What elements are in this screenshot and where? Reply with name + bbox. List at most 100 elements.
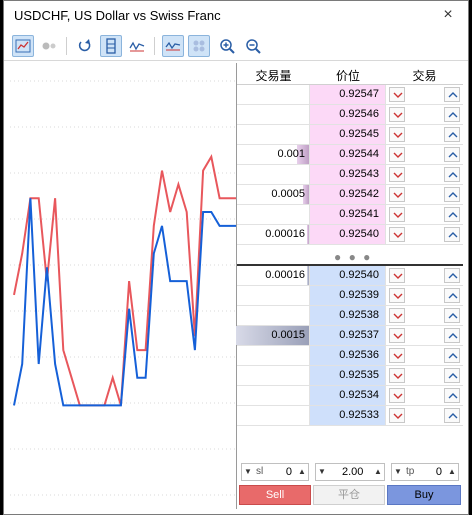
tick-chart-icon[interactable]: [126, 35, 148, 57]
buy-limit-button[interactable]: [444, 328, 460, 343]
chevron-down-icon: [393, 212, 403, 218]
price-cell: 0.92539: [310, 286, 386, 305]
price-cell: 0.92538: [310, 306, 386, 325]
zoom-in-icon[interactable]: [216, 35, 238, 57]
chevron-up-icon: [448, 393, 458, 399]
buy-limit-button[interactable]: [444, 207, 460, 222]
sell-limit-button[interactable]: [389, 268, 405, 283]
buy-button[interactable]: Buy: [387, 485, 461, 505]
tp-increase-icon[interactable]: ▲: [446, 465, 458, 479]
sl-decrease-icon[interactable]: ▼: [242, 465, 254, 479]
buy-limit-button[interactable]: [444, 107, 460, 122]
buy-limit-button[interactable]: [444, 147, 460, 162]
price-cell: 0.92540: [310, 266, 386, 285]
sl-increase-icon[interactable]: ▲: [296, 465, 308, 479]
volume-bar: [307, 225, 309, 244]
sell-limit-button[interactable]: [389, 308, 405, 323]
spread-separator: ● ● ●: [237, 246, 463, 266]
buy-limit-button[interactable]: [444, 388, 460, 403]
sell-limit-button[interactable]: [389, 408, 405, 423]
buy-limit-button[interactable]: [444, 87, 460, 102]
scatter-icon[interactable]: [188, 35, 210, 57]
buy-limit-button[interactable]: [444, 368, 460, 383]
one-click-icon[interactable]: [100, 35, 122, 57]
volume-cell: [237, 85, 310, 104]
sell-limit-button[interactable]: [389, 328, 405, 343]
chevron-down-icon: [393, 112, 403, 118]
sell-limit-button[interactable]: [389, 167, 405, 182]
volume-cell: [237, 366, 310, 385]
lot-field[interactable]: ▼ 2.00 ▲: [315, 463, 385, 481]
volume-cell: 0.00016: [237, 266, 310, 285]
buy-limit-button[interactable]: [444, 268, 460, 283]
buy-limit-button[interactable]: [444, 408, 460, 423]
volume-cell: [237, 386, 310, 405]
price-cell: 0.92541: [310, 205, 386, 224]
line-chart-icon[interactable]: [162, 35, 184, 57]
lot-value[interactable]: 2.00: [342, 466, 363, 478]
sell-limit-button[interactable]: [389, 227, 405, 242]
tp-decrease-icon[interactable]: ▼: [392, 465, 404, 479]
chevron-up-icon: [448, 192, 458, 198]
chevron-up-icon: [448, 232, 458, 238]
sell-limit-button[interactable]: [389, 368, 405, 383]
sell-limit-button[interactable]: [389, 127, 405, 142]
price-cell: 0.92535: [310, 366, 386, 385]
sl-field[interactable]: ▼ sl 0 ▲: [241, 463, 309, 481]
spread-dots: ● ● ●: [334, 250, 373, 264]
chevron-down-icon: [393, 172, 403, 178]
buy-limit-button[interactable]: [444, 348, 460, 363]
ask-row: 0.92543: [237, 165, 463, 185]
chevron-down-icon: [393, 132, 403, 138]
volume-cell: [237, 105, 310, 124]
buy-limit-button[interactable]: [444, 187, 460, 202]
tp-field[interactable]: ▼ tp 0 ▲: [391, 463, 459, 481]
sell-button[interactable]: Sell: [239, 485, 311, 505]
sell-limit-button[interactable]: [389, 87, 405, 102]
title-bar[interactable]: USDCHF, US Dollar vs Swiss Franc ×: [4, 1, 468, 31]
tick-chart-svg: [10, 80, 236, 496]
chevron-down-icon: [393, 293, 403, 299]
buy-limit-button[interactable]: [444, 308, 460, 323]
volume-cell: [237, 286, 310, 305]
chevron-down-icon: [393, 192, 403, 198]
sell-limit-button[interactable]: [389, 187, 405, 202]
sl-value[interactable]: 0: [286, 466, 292, 478]
chevron-up-icon: [448, 313, 458, 319]
sl-label: sl: [256, 466, 264, 477]
buy-limit-button[interactable]: [444, 167, 460, 182]
chart-icon[interactable]: [12, 35, 34, 57]
tp-value[interactable]: 0: [436, 466, 442, 478]
chevron-up-icon: [448, 373, 458, 379]
buy-limit-button[interactable]: [444, 288, 460, 303]
price-cell: 0.92536: [310, 346, 386, 365]
tick-chart[interactable]: [10, 63, 236, 509]
sell-limit-button[interactable]: [389, 107, 405, 122]
trade-header: 交易: [412, 69, 437, 83]
settings-icon[interactable]: [38, 35, 60, 57]
sell-limit-button[interactable]: [389, 288, 405, 303]
chevron-up-icon: [448, 152, 458, 158]
lot-decrease-icon[interactable]: ▼: [316, 465, 328, 479]
volume-cell: 0.0005: [237, 185, 310, 204]
chevron-up-icon: [448, 112, 458, 118]
bid-row: 0.0015 0.92537: [236, 326, 463, 346]
volume-cell: [237, 306, 310, 325]
buy-limit-button[interactable]: [444, 127, 460, 142]
zoom-out-icon[interactable]: [242, 35, 264, 57]
price-header: 价位: [335, 69, 360, 83]
sell-limit-button[interactable]: [389, 147, 405, 162]
close-position-button[interactable]: 平仓: [313, 485, 385, 505]
lot-increase-icon[interactable]: ▲: [372, 465, 384, 479]
volume-cell: [237, 165, 310, 184]
chevron-down-icon: [393, 273, 403, 279]
rotate-icon[interactable]: [74, 35, 96, 57]
buy-limit-button[interactable]: [444, 227, 460, 242]
sell-limit-button[interactable]: [389, 207, 405, 222]
close-icon[interactable]: ×: [438, 5, 458, 25]
ask-row: 0.92547: [237, 85, 463, 105]
sell-limit-button[interactable]: [389, 388, 405, 403]
volume-value: 0.00016: [265, 228, 305, 240]
toolbar-separator: [66, 37, 67, 55]
sell-limit-button[interactable]: [389, 348, 405, 363]
